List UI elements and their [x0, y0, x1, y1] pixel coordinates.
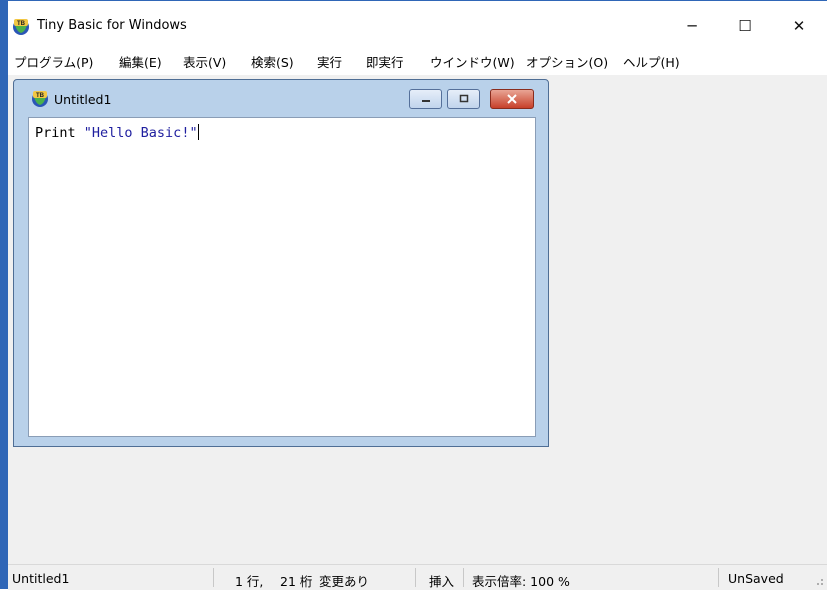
- menu-options[interactable]: オプション(O): [526, 52, 608, 71]
- resize-grip-icon[interactable]: [814, 576, 824, 586]
- status-filename: Untitled1: [12, 571, 70, 586]
- menu-edit[interactable]: 編集(E): [119, 52, 162, 71]
- maximize-icon: [459, 94, 468, 103]
- editor-window: TB Untitled1 Print "Hello Basic!": [13, 79, 549, 447]
- menu-program[interactable]: プログラム(P): [14, 52, 93, 71]
- status-line: 1 行,: [235, 574, 264, 589]
- menu-run-now[interactable]: 即実行: [366, 52, 404, 71]
- status-separator: [213, 568, 214, 587]
- code-keyword: Print: [35, 125, 84, 141]
- code-string: "Hello Basic!": [83, 125, 198, 141]
- editor-title-bar[interactable]: TB Untitled1: [14, 80, 548, 113]
- menu-window[interactable]: ウインドウ(W): [430, 52, 515, 71]
- minimize-icon: [421, 100, 430, 102]
- svg-text:TB: TB: [36, 93, 45, 99]
- code-editor[interactable]: Print "Hello Basic!": [28, 117, 536, 437]
- menu-view[interactable]: 表示(V): [183, 52, 226, 71]
- status-separator: [463, 568, 464, 587]
- title-bar[interactable]: TB Tiny Basic for Windows ─ ☐ ✕: [8, 1, 827, 45]
- app-title: Tiny Basic for Windows: [37, 18, 187, 33]
- menu-run[interactable]: 実行: [317, 52, 342, 71]
- status-mode: 挿入: [429, 574, 455, 589]
- editor-title: Untitled1: [54, 92, 112, 107]
- status-modified: 変更あり: [319, 574, 370, 589]
- menu-search[interactable]: 検索(S): [251, 52, 294, 71]
- close-icon: [507, 94, 517, 104]
- status-zoom: 表示倍率: 100 %: [472, 574, 570, 589]
- status-bar: Untitled1 1 行, 21 桁 変更あり 挿入 表示倍率: 100 % …: [8, 564, 827, 590]
- minimize-button[interactable]: ─: [669, 11, 715, 41]
- code-line-1: Print "Hello Basic!": [35, 124, 199, 141]
- status-saved: UnSaved: [728, 571, 784, 586]
- menu-help[interactable]: ヘルプ(H): [623, 52, 680, 71]
- status-separator: [718, 568, 719, 587]
- editor-close-button[interactable]: [490, 89, 534, 109]
- svg-text:TB: TB: [17, 21, 26, 27]
- editor-minimize-button[interactable]: [409, 89, 442, 109]
- menu-bar: プログラム(P) 編集(E) 表示(V) 検索(S) 実行 即実行 ウインドウ(…: [8, 45, 827, 74]
- editor-maximize-button[interactable]: [447, 89, 480, 109]
- text-caret: [197, 124, 199, 140]
- close-button[interactable]: ✕: [776, 11, 822, 41]
- maximize-button[interactable]: ☐: [722, 11, 768, 41]
- app-icon: TB: [13, 19, 29, 35]
- status-separator: [415, 568, 416, 587]
- window-frame-left: [0, 0, 8, 589]
- app-icon: TB: [32, 91, 48, 107]
- status-column: 21 桁: [280, 574, 313, 589]
